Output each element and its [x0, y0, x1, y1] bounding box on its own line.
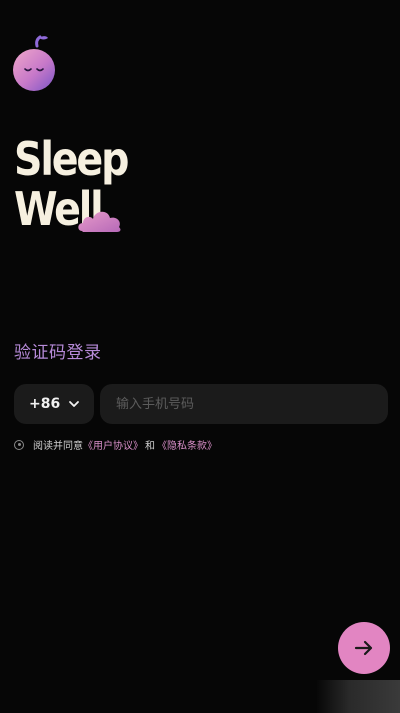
next-button[interactable]: [338, 622, 390, 674]
agreement-joiner: 和: [145, 441, 155, 452]
chevron-down-icon: [69, 401, 79, 407]
agreement-row: 阅读并同意 《用户协议》 和 《隐私条款》: [14, 437, 217, 452]
brand-line-1: Sleep: [14, 132, 129, 186]
arrow-right-icon: [354, 640, 373, 656]
user-agreement-link[interactable]: 《用户协议》: [83, 437, 143, 452]
login-method-title: 验证码登录: [14, 343, 102, 363]
moon-mascot-icon: [13, 35, 55, 91]
corner-overlay: [316, 680, 400, 713]
agreement-prefix: 阅读并同意: [33, 441, 83, 452]
cloud-icon: [78, 211, 121, 232]
country-code-value: +86: [29, 396, 61, 412]
privacy-policy-link[interactable]: 《隐私条款》: [157, 437, 217, 452]
phone-number-input[interactable]: [100, 384, 388, 424]
country-code-selector[interactable]: +86: [14, 384, 94, 424]
agreement-radio[interactable]: [14, 439, 24, 450]
login-screen: Sleep Well 验证码登录 +86 阅读并同意 《用户协议》 和 《隐私条…: [0, 0, 400, 713]
